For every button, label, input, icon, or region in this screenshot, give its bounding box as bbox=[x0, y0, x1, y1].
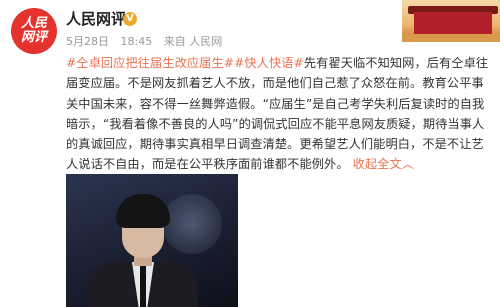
header-banner-image bbox=[402, 0, 500, 42]
post-date[interactable]: 5月28日 bbox=[66, 35, 109, 48]
collapse-full-text-link[interactable]: 收起全文︿ bbox=[353, 157, 414, 171]
photo-tie bbox=[140, 266, 146, 307]
avatar-text-line1: 人民 bbox=[20, 16, 47, 31]
banner-building bbox=[414, 12, 492, 34]
post-photo[interactable] bbox=[66, 174, 238, 307]
chevron-up-icon: ︿ bbox=[401, 157, 415, 172]
avatar[interactable]: 人民 网评 bbox=[11, 8, 57, 54]
banner-base bbox=[402, 34, 500, 42]
post-time[interactable]: 18:45 bbox=[121, 35, 153, 48]
hashtag-link[interactable]: #快人快语# bbox=[234, 56, 304, 70]
photo-hair bbox=[116, 194, 170, 228]
post-text: #仝卓回应把往届生改应届生##快人快语#先有翟天临不知知网，后有仝卓往届变应届。… bbox=[66, 53, 490, 175]
photo-light-glow bbox=[162, 194, 222, 254]
post-meta: 5月28日 18:45 来自 人民网 bbox=[66, 35, 222, 49]
account-name[interactable]: 人民网评 bbox=[66, 10, 126, 28]
post-source: 来自 人民网 bbox=[163, 35, 223, 48]
verified-icon: V bbox=[123, 12, 137, 26]
hashtag-link[interactable]: #仝卓回应把往届生改应届生# bbox=[66, 56, 234, 70]
avatar-text-line2: 网评 bbox=[20, 30, 47, 45]
post-body: 先有翟天临不知知网，后有仝卓往届变应届。不是网友抓着艺人不放，而是他们自己惹了众… bbox=[66, 56, 489, 172]
collapse-label: 收起全文 bbox=[352, 157, 402, 172]
